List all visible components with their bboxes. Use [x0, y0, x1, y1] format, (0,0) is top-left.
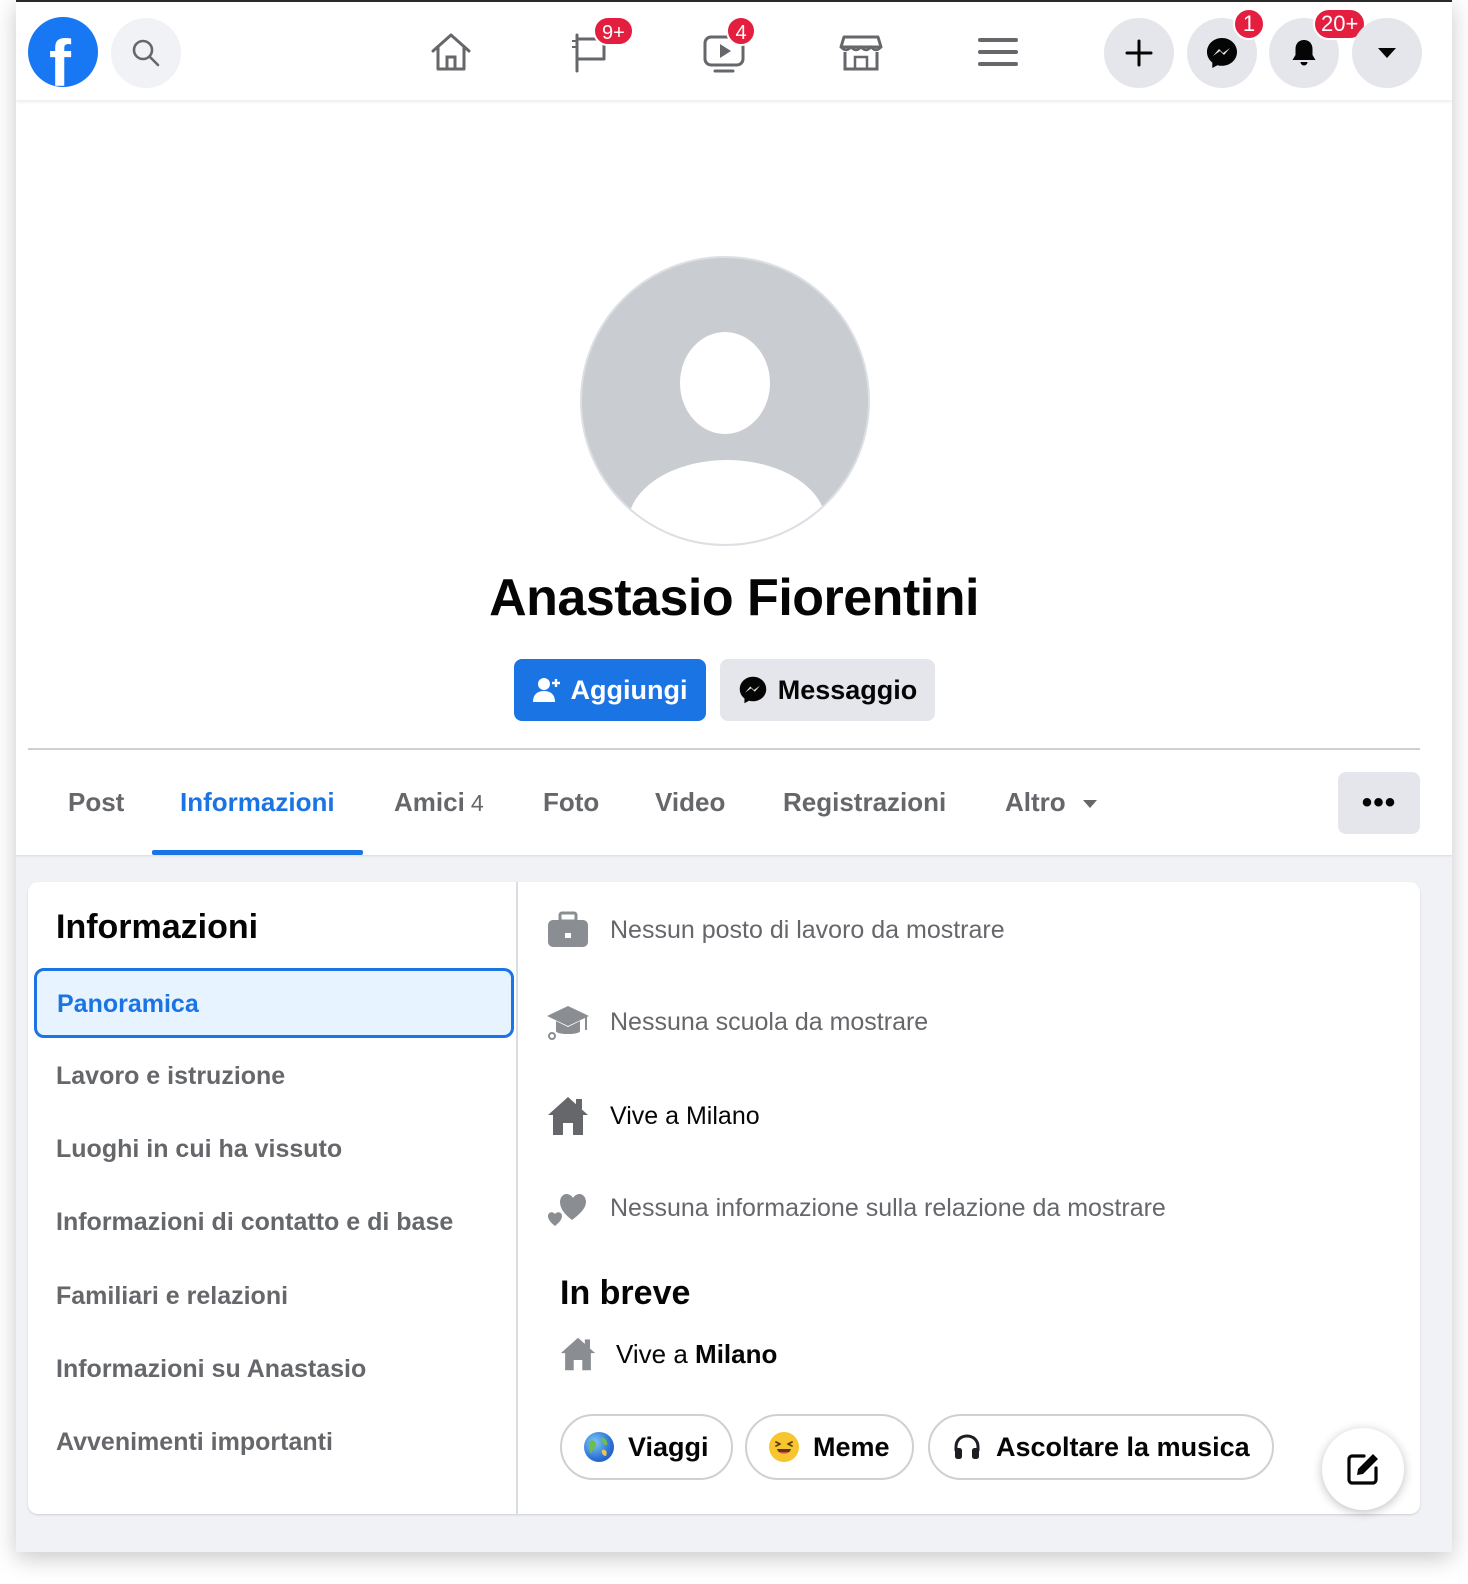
tab-amici[interactable]: Amici 4	[366, 750, 512, 855]
headphones-icon	[952, 1432, 982, 1462]
lives-row: Vive a Milano	[546, 1094, 760, 1138]
avatar-silhouette-body	[628, 460, 826, 544]
hobby-chip-meme[interactable]: Meme	[745, 1414, 914, 1480]
hobby-chip-travel[interactable]: Viaggi	[560, 1414, 733, 1480]
about-nav-family[interactable]: Familiari e relazioni	[56, 1282, 288, 1311]
tab-post[interactable]: Post	[40, 750, 152, 855]
work-text: Nessun posto di lavoro da mostrare	[610, 915, 1005, 944]
about-nav-contact-info[interactable]: Informazioni di contatto e di base	[56, 1208, 453, 1237]
tab-label: Video	[655, 787, 726, 817]
home-icon	[431, 33, 471, 71]
school-text: Nessuna scuola da mostrare	[610, 1007, 929, 1036]
house-icon	[560, 1337, 596, 1371]
more-options-button[interactable]: •••	[1338, 772, 1420, 834]
tab-altro[interactable]: Altro	[977, 750, 1127, 855]
friends-count: 4	[470, 790, 484, 816]
brief-title: In breve	[560, 1274, 691, 1312]
relationship-text: Nessuna informazione sulla relazione da …	[610, 1193, 1166, 1222]
graduation-cap-icon	[546, 1000, 590, 1044]
messenger-icon	[1207, 38, 1237, 68]
laughing-face-icon	[769, 1432, 799, 1462]
plus-icon	[1125, 39, 1153, 67]
bell-icon	[1292, 40, 1316, 66]
about-nav-panoramica[interactable]: Panoramica	[34, 968, 514, 1038]
pages-nav-button[interactable]: 9+	[561, 16, 634, 82]
chip-label: Viaggi	[628, 1431, 709, 1462]
add-friend-button[interactable]: Aggiungi	[514, 659, 706, 721]
caret-down-icon	[1082, 800, 1097, 809]
marketplace-nav-button[interactable]	[831, 22, 891, 82]
about-title: Informazioni	[56, 908, 259, 946]
tab-video[interactable]: Video	[627, 750, 753, 855]
add-friend-icon	[532, 678, 560, 702]
top-navigation-bar: f 9+ 4 1 20+	[16, 2, 1452, 100]
messenger-icon	[739, 676, 766, 704]
profile-header: Anastasio Fiorentini Aggiungi Messaggio …	[16, 100, 1452, 855]
hearts-icon	[546, 1186, 590, 1230]
briefcase-icon	[546, 908, 590, 952]
about-card: Informazioni Panoramica Lavoro e istruzi…	[28, 882, 1420, 1514]
chevron-down-icon	[1378, 48, 1396, 58]
brief-lives-city[interactable]: Milano	[695, 1339, 777, 1369]
profile-avatar[interactable]	[580, 256, 870, 546]
tab-label: Altro	[1005, 787, 1066, 817]
notifications-button[interactable]: 20+	[1269, 8, 1367, 88]
profile-tabs: Post Informazioni Amici 4 Foto Video Regi…	[28, 750, 1420, 855]
tab-label: Foto	[543, 787, 600, 817]
home-nav-button[interactable]	[421, 22, 481, 82]
menu-nav-button[interactable]	[968, 22, 1028, 82]
tab-label: Amici	[394, 787, 465, 817]
about-nav-details[interactable]: Informazioni su Anastasio	[56, 1355, 366, 1384]
message-button[interactable]: Messaggio	[720, 659, 935, 721]
relationship-row: Nessuna informazione sulla relazione da …	[546, 1186, 1166, 1230]
work-row: Nessun posto di lavoro da mostrare	[546, 908, 1005, 952]
facebook-logo[interactable]: f	[28, 17, 98, 87]
search-button[interactable]	[111, 18, 181, 88]
marketplace-icon	[839, 35, 883, 71]
edit-icon	[1347, 1454, 1378, 1485]
about-sidebar: Informazioni Panoramica Lavoro e istruzi…	[28, 882, 518, 1514]
globe-icon	[584, 1432, 614, 1462]
edit-post-button[interactable]	[1322, 1428, 1404, 1510]
about-nav-places[interactable]: Luoghi in cui ha vissuto	[56, 1135, 342, 1164]
watch-nav-button[interactable]: 4	[694, 16, 756, 82]
menu-icon	[978, 38, 1018, 66]
watch-badge: 4	[726, 16, 756, 46]
profile-name: Anastasio Fiorentini	[489, 569, 979, 627]
browser-window: f 9+ 4 1 20+ Anastasio Fiorentini Aggiun…	[16, 0, 1452, 1552]
about-nav-life-events[interactable]: Avvenimenti importanti	[56, 1428, 333, 1457]
chip-label: Ascoltare la musica	[996, 1431, 1250, 1462]
avatar-silhouette-head	[680, 332, 770, 434]
messenger-badge: 1	[1233, 8, 1265, 40]
tab-registrazioni[interactable]: Registrazioni	[755, 750, 974, 855]
message-label: Messaggio	[777, 674, 918, 705]
tab-foto[interactable]: Foto	[515, 750, 627, 855]
logo-letter: f	[49, 26, 71, 87]
about-overview: Nessun posto di lavoro da mostrare Nessu…	[520, 882, 1420, 1514]
messenger-button[interactable]: 1	[1187, 8, 1265, 88]
hobby-chip-music[interactable]: Ascoltare la musica	[928, 1414, 1274, 1480]
brief-lives-prefix: Vive a	[616, 1338, 688, 1369]
tab-label: Informazioni	[180, 787, 335, 817]
search-icon	[132, 39, 160, 67]
add-friend-label: Aggiungi	[570, 674, 688, 705]
about-nav-work-education[interactable]: Lavoro e istruzione	[56, 1062, 285, 1091]
tab-label: Post	[68, 787, 125, 817]
house-icon	[546, 1094, 590, 1138]
tab-informazioni[interactable]: Informazioni	[152, 750, 363, 855]
tab-label: Registrazioni	[783, 787, 947, 817]
create-button[interactable]	[1104, 18, 1174, 88]
pages-badge: 9+	[593, 16, 634, 46]
brief-lives-row: Vive a Milano	[560, 1336, 777, 1372]
school-row: Nessuna scuola da mostrare	[546, 1000, 928, 1044]
chip-label: Meme	[813, 1431, 890, 1462]
account-menu-button[interactable]	[1352, 18, 1422, 88]
more-options-icon: •••	[1361, 786, 1397, 819]
lives-text: Vive a Milano	[610, 1101, 760, 1130]
